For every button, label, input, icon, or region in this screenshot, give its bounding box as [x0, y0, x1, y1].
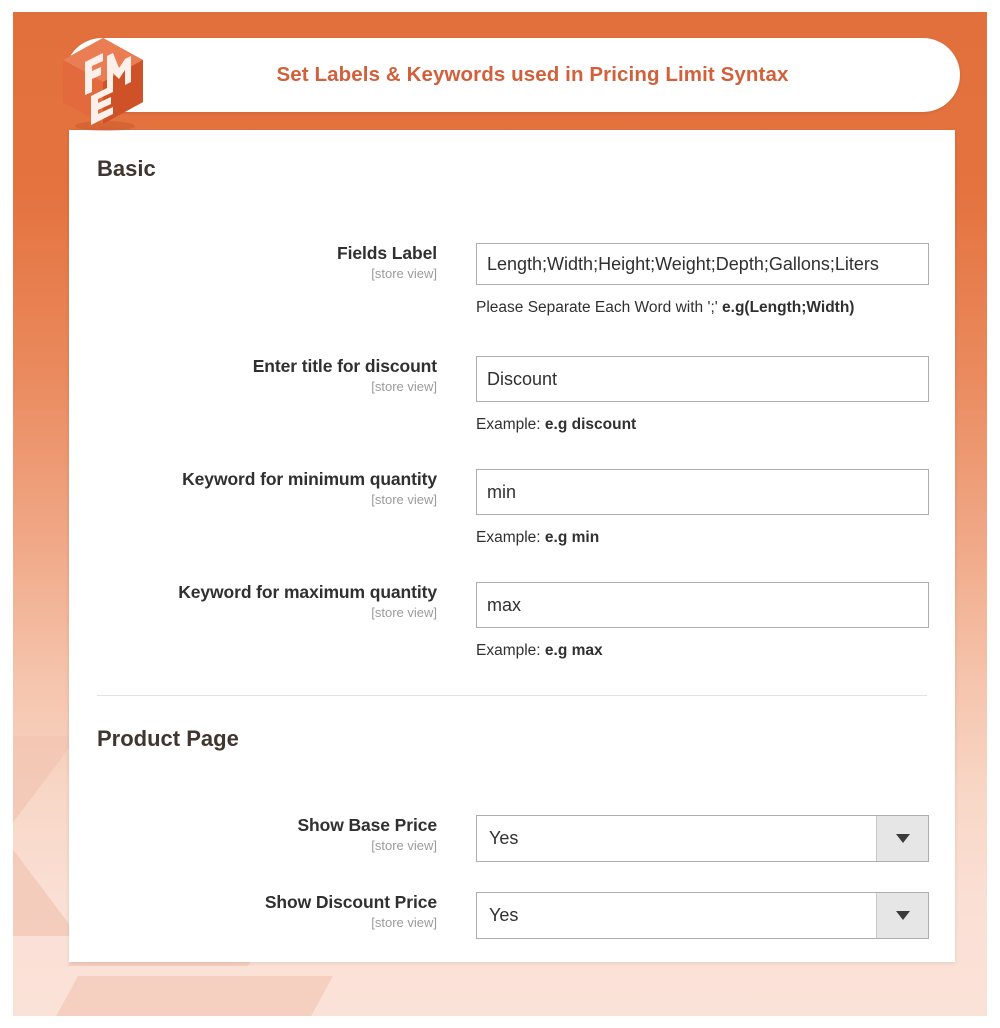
field-fields-label: Please Separate Each Word with ';' e.g(L… — [476, 243, 929, 317]
min-keyword-hint: Example: e.g min — [476, 528, 929, 547]
min-keyword-input[interactable] — [476, 469, 929, 515]
settings-card: Basic Fields Label [store view] Please S… — [69, 130, 955, 962]
field-show-base-price: Yes — [476, 815, 929, 862]
label-discount-title: Enter title for discount [store view] — [69, 356, 457, 396]
field-discount-title: Example: e.g discount — [476, 356, 929, 434]
chevron-down-icon — [895, 834, 910, 843]
max-keyword-input[interactable] — [476, 582, 929, 628]
field-show-discount-price: Yes — [476, 892, 929, 939]
discount-title-input[interactable] — [476, 356, 929, 402]
label-max-keyword: Keyword for maximum quantity [store view… — [69, 582, 457, 622]
fields-label-hint: Please Separate Each Word with ';' e.g(L… — [476, 298, 929, 317]
hint-prefix: Example: — [476, 529, 545, 546]
hint-emphasis: e.g(Length;Width) — [722, 299, 855, 316]
field-label-text: Enter title for discount — [252, 356, 437, 376]
field-label-text: Show Base Price — [297, 815, 437, 835]
show-base-price-dropdown-button[interactable] — [876, 816, 928, 861]
hint-emphasis: e.g min — [544, 529, 600, 546]
field-scope-text: [store view] — [371, 379, 437, 394]
field-scope-text: [store view] — [371, 492, 437, 507]
field-scope-text: [store view] — [371, 605, 437, 620]
field-scope-text: [store view] — [371, 838, 437, 853]
hint-emphasis: e.g discount — [544, 416, 637, 433]
max-keyword-hint: Example: e.g max — [476, 641, 929, 660]
show-base-price-select[interactable]: Yes — [476, 815, 929, 862]
label-min-keyword: Keyword for minimum quantity [store view… — [69, 469, 457, 509]
gradient-backdrop: Set Labels & Keywords used in Pricing Li… — [13, 12, 987, 1016]
fme-logo-icon — [55, 34, 151, 134]
field-min-keyword: Example: e.g min — [476, 469, 929, 547]
field-label-text: Keyword for maximum quantity — [178, 582, 437, 602]
section-title-product-page: Product Page — [97, 726, 239, 751]
hint-prefix: Example: — [476, 642, 545, 659]
show-discount-price-dropdown-button[interactable] — [876, 893, 928, 938]
discount-title-hint: Example: e.g discount — [476, 415, 929, 434]
field-label-text: Keyword for minimum quantity — [182, 469, 437, 489]
show-discount-price-select[interactable]: Yes — [476, 892, 929, 939]
field-scope-text: [store view] — [371, 915, 437, 930]
show-discount-price-value: Yes — [489, 905, 519, 925]
page-title: Set Labels & Keywords used in Pricing Li… — [276, 63, 789, 86]
hint-prefix: Example: — [476, 416, 545, 433]
field-label-text: Show Discount Price — [264, 892, 437, 912]
field-max-keyword: Example: e.g max — [476, 582, 929, 660]
label-show-base-price: Show Base Price [store view] — [69, 815, 457, 855]
field-label-text: Fields Label — [337, 243, 437, 263]
screenshot-root: Set Labels & Keywords used in Pricing Li… — [0, 0, 1000, 1028]
chevron-down-icon — [895, 911, 910, 920]
show-base-price-value: Yes — [489, 828, 519, 848]
field-scope-text: [store view] — [371, 266, 437, 281]
hint-prefix: Please Separate Each Word with ';' — [476, 299, 723, 316]
section-divider — [97, 695, 927, 696]
hint-emphasis: e.g max — [544, 642, 603, 659]
label-show-discount-price: Show Discount Price [store view] — [69, 892, 457, 932]
fields-label-input[interactable] — [476, 243, 929, 285]
section-title-basic: Basic — [97, 156, 156, 181]
label-fields-label: Fields Label [store view] — [69, 243, 457, 283]
header-bar: Set Labels & Keywords used in Pricing Li… — [65, 38, 960, 112]
